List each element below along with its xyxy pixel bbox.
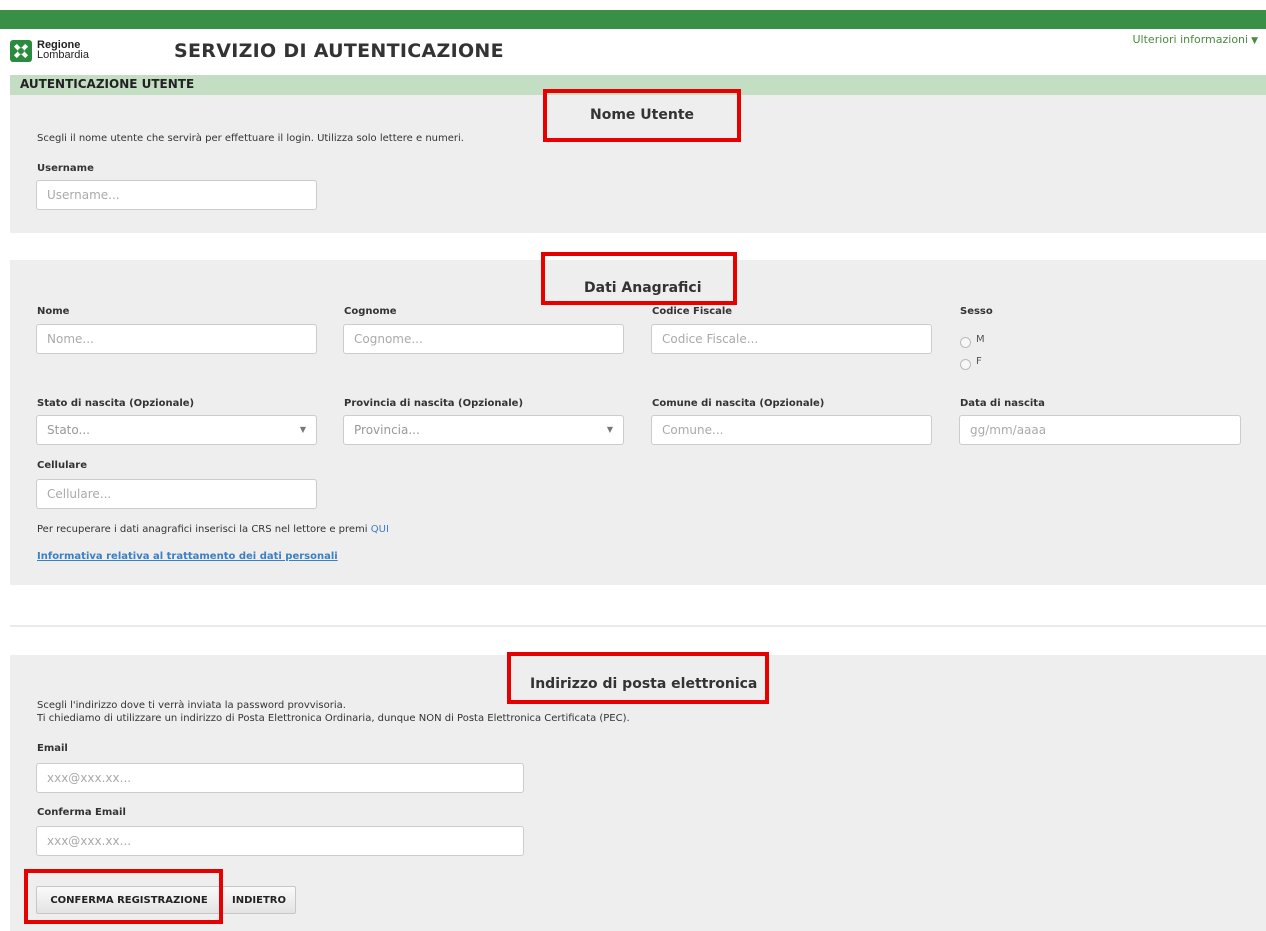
stato-select[interactable]: Stato... ▼ [36,415,317,445]
cellulare-input[interactable] [36,479,317,509]
username-help-text: Scegli il nome utente che servirà per ef… [37,133,464,144]
email-input[interactable] [36,763,524,793]
comune-input[interactable] [651,415,932,445]
confirm-email-label: Conferma Email [37,807,126,818]
top-bar [0,10,1266,29]
dropdown-arrow-icon: ▼ [299,425,306,434]
more-info-label: Ulteriori informazioni [1132,33,1249,46]
codice-fiscale-label: Codice Fiscale [652,306,733,317]
sesso-m-label: M [976,334,985,345]
sesso-label: Sesso [960,306,993,317]
confirm-email-input[interactable] [36,826,524,856]
provincia-label: Provincia di nascita (Opzionale) [344,398,524,409]
page-title: SERVIZIO DI AUTENTICAZIONE [174,40,504,62]
regione-lombardia-logo-icon [10,40,32,62]
email-help-line1: Scegli l'indirizzo dove ti verrà inviata… [37,700,346,711]
section-header-title: AUTENTICAZIONE UTENTE [20,77,195,91]
username-input[interactable] [36,180,317,210]
sesso-f-label: F [976,356,982,367]
cognome-input[interactable] [343,324,624,354]
crs-help-text: Per recuperare i dati anagrafici inseris… [37,523,389,536]
email-help-line2: Ti chiediamo di utilizzare un indirizzo … [37,713,630,724]
email-help-text: Scegli l'indirizzo dove ti verrà inviata… [37,699,630,725]
personal-data-panel: Dati Anagrafici Nome Cognome Codice Fisc… [10,252,1266,585]
caret-down-icon: ▼ [1251,36,1258,46]
highlight-box-email-title [507,652,769,704]
provincia-select[interactable]: Provincia... ▼ [343,415,624,445]
highlight-box-personal-title [541,252,737,305]
codice-fiscale-input[interactable] [651,324,932,354]
cellulare-label: Cellulare [37,460,87,471]
data-nascita-input[interactable] [959,415,1241,445]
logo-text-line2: Lombardia [37,49,89,61]
highlight-box-username-title [543,89,741,142]
username-panel: Nome Utente Scegli il nome utente che se… [10,89,1266,233]
more-info-menu[interactable]: Ulteriori informazioni ▼ [1133,33,1259,46]
email-label: Email [37,743,68,754]
nome-input[interactable] [36,324,317,354]
sesso-f-radio[interactable] [960,359,971,370]
data-nascita-label: Data di nascita [960,398,1045,409]
privacy-policy-link[interactable]: Informativa relativa al trattamento dei … [37,551,338,562]
provincia-select-value: Provincia... [354,423,420,437]
cognome-label: Cognome [344,306,397,317]
comune-label: Comune di nascita (Opzionale) [652,398,825,409]
logo: Regione Lombardia [10,38,120,64]
crs-qui-link[interactable]: QUI [371,524,389,535]
username-label: Username [37,163,94,174]
nome-label: Nome [37,306,70,317]
crs-help-label: Per recuperare i dati anagrafici inseris… [37,524,371,535]
highlight-box-confirm-button [24,869,223,924]
back-button[interactable]: INDIETRO [222,886,296,914]
stato-label: Stato di nascita (Opzionale) [37,398,195,409]
dropdown-arrow-icon: ▼ [606,425,613,434]
sesso-m-radio[interactable] [960,337,971,348]
stato-select-value: Stato... [47,423,90,437]
section-divider [10,625,1266,627]
email-panel: Indirizzo di posta elettronica Scegli l'… [10,652,1266,931]
